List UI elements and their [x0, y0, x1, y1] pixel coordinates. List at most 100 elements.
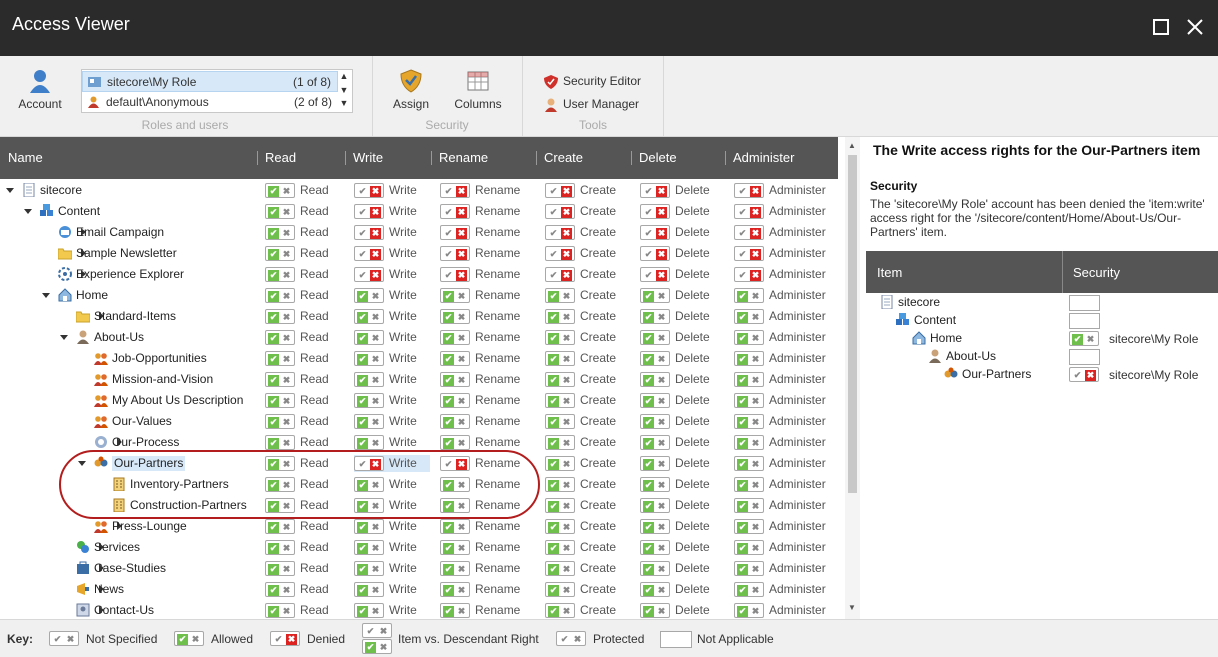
access-checkbox[interactable]: ✔ ✖	[354, 183, 384, 198]
access-checkbox[interactable]: ✔ ✖	[734, 414, 764, 429]
access-checkbox[interactable]: ✔ ✖	[545, 267, 575, 282]
access-cell-create[interactable]: ✔ ✖ Create	[545, 476, 623, 493]
access-checkbox[interactable]: ✔ ✖	[545, 456, 575, 471]
access-checkbox[interactable]: ✔ ✖	[734, 351, 764, 366]
access-cell-read[interactable]: ✔ ✖ Read	[265, 287, 343, 304]
access-checkbox[interactable]: ✔ ✖	[440, 393, 470, 408]
access-checkbox[interactable]: ✔ ✖	[640, 183, 670, 198]
access-cell-rename[interactable]: ✔ ✖ Rename	[440, 581, 520, 598]
tree-item-label[interactable]: My About Us Description	[112, 393, 243, 408]
access-checkbox[interactable]: ✔ ✖	[545, 477, 575, 492]
access-cell-write[interactable]: ✔ ✖ Write	[354, 308, 432, 325]
column-header-rename[interactable]: Rename	[431, 137, 488, 179]
role-item-anonymous[interactable]: default\Anonymous (2 of 8)	[82, 92, 338, 113]
access-cell-administer[interactable]: ✔ ✖ Administer	[734, 581, 826, 598]
access-checkbox[interactable]: ✔ ✖	[545, 225, 575, 240]
access-cell-write[interactable]: ✔ ✖ Write	[354, 602, 432, 619]
access-cell-write[interactable]: ✔ ✖ Write	[354, 476, 432, 493]
scroll-down-icon[interactable]: ▼	[339, 85, 349, 95]
access-checkbox[interactable]: ✔ ✖	[640, 498, 670, 513]
access-cell-administer[interactable]: ✔ ✖ Administer	[734, 413, 826, 430]
access-checkbox[interactable]: ✔ ✖	[440, 456, 470, 471]
access-checkbox[interactable]: ✔ ✖	[440, 204, 470, 219]
access-checkbox[interactable]: ✔ ✖	[265, 519, 295, 534]
access-checkbox[interactable]: ✔ ✖	[545, 351, 575, 366]
access-checkbox[interactable]: ✔ ✖	[440, 246, 470, 261]
access-checkbox[interactable]: ✔ ✖	[265, 561, 295, 576]
access-checkbox[interactable]: ✔ ✖	[640, 456, 670, 471]
access-checkbox[interactable]: ✔ ✖	[265, 540, 295, 555]
access-cell-write[interactable]: ✔ ✖ Write	[354, 434, 432, 451]
access-checkbox[interactable]: ✔ ✖	[354, 267, 384, 282]
access-cell-create[interactable]: ✔ ✖ Create	[545, 329, 623, 346]
access-cell-delete[interactable]: ✔ ✖ Delete	[640, 203, 718, 220]
access-cell-read[interactable]: ✔ ✖ Read	[265, 224, 343, 241]
access-cell-read[interactable]: ✔ ✖ Read	[265, 308, 343, 325]
access-checkbox[interactable]: ✔ ✖	[545, 393, 575, 408]
access-cell-rename[interactable]: ✔ ✖ Rename	[440, 350, 520, 367]
access-checkbox[interactable]: ✔ ✖	[545, 603, 575, 618]
columns-button[interactable]: Columns	[449, 69, 507, 111]
access-cell-delete[interactable]: ✔ ✖ Delete	[640, 371, 718, 388]
access-cell-administer[interactable]: ✔ ✖ Administer	[734, 371, 826, 388]
access-checkbox[interactable]: ✔ ✖	[734, 603, 764, 618]
access-cell-administer[interactable]: ✔ ✖ Administer	[734, 392, 826, 409]
access-checkbox[interactable]: ✔ ✖	[354, 561, 384, 576]
access-cell-delete[interactable]: ✔ ✖ Delete	[640, 392, 718, 409]
access-cell-write[interactable]: ✔ ✖ Write	[354, 287, 432, 304]
access-cell-write[interactable]: ✔ ✖ Write	[354, 266, 432, 283]
access-cell-rename[interactable]: ✔ ✖ Rename	[440, 602, 520, 619]
access-checkbox[interactable]: ✔ ✖	[354, 246, 384, 261]
access-cell-administer[interactable]: ✔ ✖ Administer	[734, 434, 826, 451]
access-cell-write[interactable]: ✔ ✖ Write	[354, 371, 432, 388]
access-checkbox[interactable]: ✔ ✖	[640, 393, 670, 408]
access-checkbox[interactable]: ✔ ✖	[265, 372, 295, 387]
tree-item-label[interactable]: Construction-Partners	[130, 498, 247, 513]
access-checkbox[interactable]: ✔ ✖	[640, 225, 670, 240]
access-cell-administer[interactable]: ✔ ✖ Administer	[734, 350, 826, 367]
access-cell-read[interactable]: ✔ ✖ Read	[265, 497, 343, 514]
access-cell-read[interactable]: ✔ ✖ Read	[265, 560, 343, 577]
access-checkbox[interactable]: ✔ ✖	[265, 603, 295, 618]
access-cell-write[interactable]: ✔ ✖ Write	[354, 182, 432, 199]
access-checkbox[interactable]: ✔ ✖	[354, 540, 384, 555]
access-checkbox[interactable]: ✔ ✖	[734, 435, 764, 450]
access-cell-create[interactable]: ✔ ✖ Create	[545, 224, 623, 241]
access-cell-delete[interactable]: ✔ ✖ Delete	[640, 287, 718, 304]
access-cell-create[interactable]: ✔ ✖ Create	[545, 539, 623, 556]
access-checkbox[interactable]: ✔ ✖	[265, 225, 295, 240]
column-header-administer[interactable]: Administer	[725, 137, 794, 179]
access-checkbox[interactable]: ✔ ✖	[354, 456, 384, 471]
access-cell-create[interactable]: ✔ ✖ Create	[545, 287, 623, 304]
access-cell-write[interactable]: ✔ ✖ Write	[354, 560, 432, 577]
access-checkbox[interactable]: ✔ ✖	[354, 372, 384, 387]
access-cell-administer[interactable]: ✔ ✖ Administer	[734, 455, 826, 472]
access-cell-write[interactable]: ✔ ✖ Write	[354, 497, 432, 514]
access-cell-write[interactable]: ✔ ✖ Write	[354, 455, 430, 472]
tree-item-label[interactable]: Content	[58, 204, 100, 219]
access-checkbox[interactable]: ✔ ✖	[265, 582, 295, 597]
access-cell-administer[interactable]: ✔ ✖ Administer	[734, 518, 826, 535]
access-checkbox[interactable]: ✔ ✖	[440, 372, 470, 387]
access-checkbox[interactable]: ✔ ✖	[265, 204, 295, 219]
tree-item-label[interactable]: Email Campaign	[76, 225, 164, 240]
access-checkbox[interactable]: ✔ ✖	[265, 498, 295, 513]
access-cell-write[interactable]: ✔ ✖ Write	[354, 329, 432, 346]
access-checkbox[interactable]: ✔ ✖	[734, 582, 764, 597]
access-cell-create[interactable]: ✔ ✖ Create	[545, 350, 623, 367]
tree-item-label[interactable]: Sample Newsletter	[76, 246, 177, 261]
access-checkbox[interactable]: ✔ ✖	[440, 225, 470, 240]
access-checkbox[interactable]: ✔ ✖	[440, 540, 470, 555]
access-checkbox[interactable]: ✔ ✖	[440, 477, 470, 492]
tree-item-label[interactable]: Contact-Us	[94, 603, 154, 618]
column-header-name[interactable]: Name	[0, 137, 43, 179]
access-checkbox[interactable]: ✔ ✖	[354, 330, 384, 345]
access-cell-administer[interactable]: ✔ ✖ Administer	[734, 476, 826, 493]
access-checkbox[interactable]: ✔ ✖	[265, 330, 295, 345]
scroll-down-icon[interactable]: ▼	[848, 603, 856, 612]
access-checkbox[interactable]: ✔ ✖	[440, 267, 470, 282]
access-cell-read[interactable]: ✔ ✖ Read	[265, 266, 343, 283]
access-checkbox[interactable]: ✔ ✖	[640, 351, 670, 366]
access-checkbox[interactable]: ✔ ✖	[734, 183, 764, 198]
access-cell-administer[interactable]: ✔ ✖ Administer	[734, 287, 826, 304]
